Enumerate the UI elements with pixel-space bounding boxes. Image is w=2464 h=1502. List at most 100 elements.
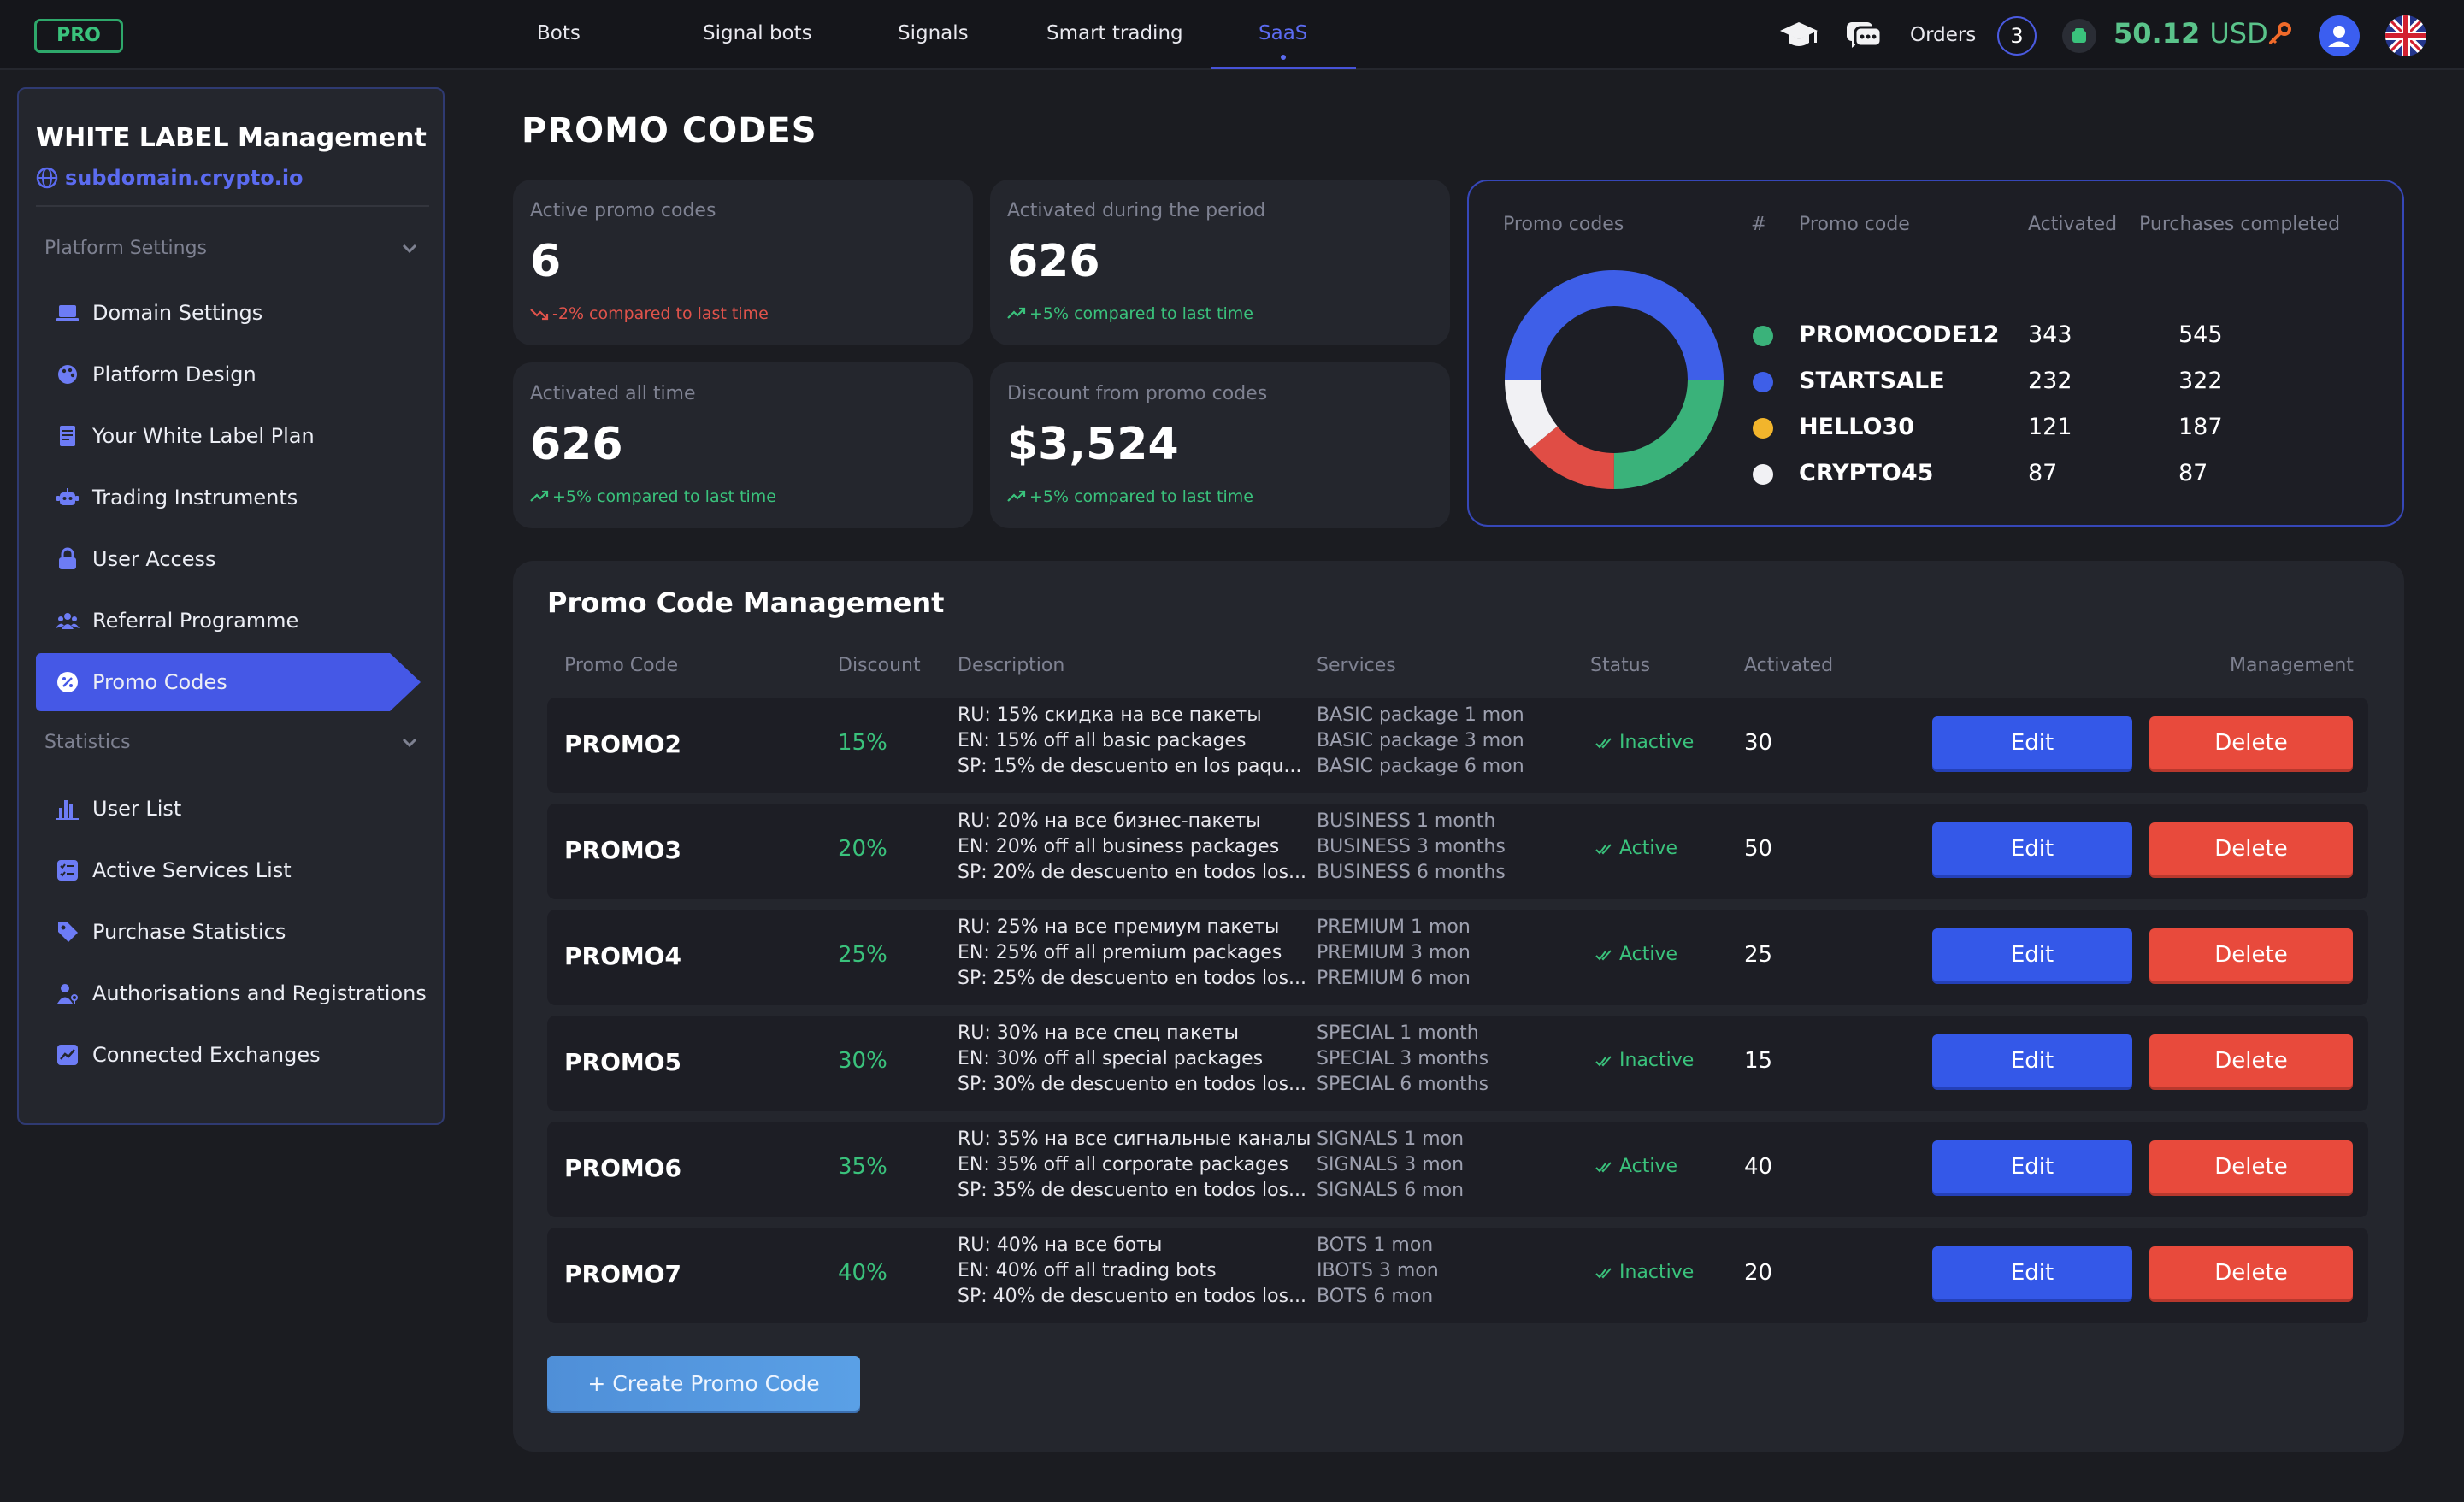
sidebar-title: WHITE LABEL Management [36,123,427,153]
sidebar-item-purchase-statistics[interactable]: Purchase Statistics [36,903,421,961]
description-line: SP: 30% de descuento en todos los... [958,1074,1307,1095]
palette-icon [58,365,77,384]
summary-row: CRYPTO45 87 87 [1469,451,2406,498]
summary-code: HELLO30 [1799,414,1915,440]
delete-button[interactable]: Delete [2149,822,2353,875]
sidebar-item-user-list[interactable]: User List [36,780,421,838]
page-title: PROMO CODES [522,111,817,150]
summary-activated: 87 [2028,460,2058,486]
sidebar-domain-link[interactable]: subdomain.crypto.io [36,166,304,190]
delete-button[interactable]: Delete [2149,1140,2353,1193]
summary-header-purchases: Purchases completed [2139,214,2341,235]
service-line: PREMIUM 1 mon [1317,916,1471,938]
document-icon [60,426,75,446]
summary-row: STARTSALE 232 322 [1469,359,2406,405]
stat-card-discount: Discount from promo codes $3,524 +5% com… [990,362,1450,528]
status-text: Inactive [1619,1262,1695,1283]
stat-card-activated-all-time: Activated all time 626 +5% compared to l… [513,362,973,528]
description-cell: RU: 15% скидка на все пакеты EN: 15% off … [958,703,1301,780]
sidebar-item-user-access[interactable]: User Access [36,530,421,588]
section-statistics[interactable]: Statistics [44,732,131,753]
edit-button[interactable]: Edit [1932,928,2132,981]
edit-button[interactable]: Edit [1932,822,2132,875]
sidebar-item-label: Platform Design [92,362,256,386]
service-line: BOTS 1 mon [1317,1234,1434,1256]
col-header-description: Description [958,655,1065,676]
sidebar-item-trading-instruments[interactable]: Trading Instruments [36,468,421,527]
promo-summary-card: Promo codes # Promo code Activated Purch… [1467,180,2404,527]
delete-button[interactable]: Delete [2149,1034,2353,1087]
trend-up-icon [1007,490,1026,502]
sidebar-item-promo-codes[interactable]: Promo Codes [36,653,421,711]
orders-count-badge[interactable]: 3 [1997,16,2037,56]
delete-button[interactable]: Delete [2149,928,2353,981]
description-line: SP: 35% de descuento en todos los... [958,1180,1307,1201]
edit-button[interactable]: Edit [1932,1034,2132,1087]
sidebar-item-connected-exchanges[interactable]: Connected Exchanges [36,1026,421,1084]
nav-bots[interactable]: Bots [537,22,581,44]
delete-button[interactable]: Delete [2149,1246,2353,1299]
col-header-status: Status [1590,655,1651,676]
services-cell: BOTS 1 mon IBOTS 3 mon BOTS 6 mon [1317,1233,1439,1310]
double-check-icon [1595,1055,1612,1067]
promo-management-panel: Promo Code Management Promo Code Discoun… [513,561,2404,1452]
chevron-down-icon[interactable] [398,732,421,754]
stat-compare: -2% compared to last time [530,304,769,323]
stat-compare: +5% compared to last time [1007,304,1253,323]
graduation-cap-icon[interactable] [1778,15,1819,56]
sidebar-domain-text: subdomain.crypto.io [65,166,304,190]
pro-badge[interactable]: PRO [34,19,123,53]
wallet-icon[interactable] [2062,19,2096,53]
stat-compare: +5% compared to last time [530,487,776,506]
sidebar-item-label: User Access [92,547,216,571]
nav-saas[interactable]: SaaS [1259,22,1307,44]
service-line: SPECIAL 3 months [1317,1048,1489,1069]
description-line: RU: 40% на все боты [958,1234,1163,1256]
sidebar-item-label: Referral Programme [92,609,299,633]
service-line: SIGNALS 3 mon [1317,1154,1465,1175]
sidebar-item-platform-design[interactable]: Platform Design [36,345,421,403]
edit-button[interactable]: Edit [1932,1140,2132,1193]
edit-button[interactable]: Edit [1932,716,2132,769]
create-promo-code-button[interactable]: + Create Promo Code [547,1356,860,1411]
service-line: BASIC package 6 mon [1317,756,1524,777]
activated-cell: 25 [1744,942,1773,968]
promo-code-cell: PROMO3 [564,836,682,864]
trend-icon [57,1045,78,1065]
stat-label: Discount from promo codes [1007,383,1268,404]
orders-label[interactable]: Orders [1910,24,1976,46]
col-header-code: Promo Code [564,655,679,676]
user-avatar-icon[interactable] [2319,15,2360,56]
stat-compare: +5% compared to last time [1007,487,1253,506]
sidebar-item-authorisations[interactable]: Authorisations and Registrations [36,964,427,1022]
description-line: SP: 15% de descuento en los paqu... [958,756,1302,777]
key-icon[interactable] [2266,21,2293,48]
service-line: BUSINESS 6 months [1317,862,1506,883]
summary-purchases: 87 [2178,460,2208,486]
services-cell: BUSINESS 1 month BUSINESS 3 months BUSINES… [1317,809,1506,886]
activated-cell: 15 [1744,1048,1773,1074]
users-icon [56,613,80,629]
uk-flag-icon[interactable] [2385,15,2426,56]
chevron-down-icon[interactable] [398,238,421,260]
edit-button[interactable]: Edit [1932,1246,2132,1299]
sidebar-item-white-label-plan[interactable]: Your White Label Plan [36,407,421,465]
sidebar: WHITE LABEL Management subdomain.crypto.… [17,87,445,1125]
col-header-discount: Discount [838,655,921,676]
sidebar-item-domain-settings[interactable]: Domain Settings [36,284,421,342]
legend-dot [1753,372,1773,392]
description-cell: RU: 20% на все бизнес-пакеты EN: 20% off … [958,809,1306,886]
app-root: PRO Bots Signal bots Signals Smart tradi… [0,0,2464,1502]
discount-cell: 25% [838,942,887,968]
chat-icon[interactable] [1843,15,1884,56]
description-line: RU: 35% на все сигнальные каналы [958,1128,1312,1150]
sidebar-item-referral-programme[interactable]: Referral Programme [36,592,421,650]
nav-signal-bots[interactable]: Signal bots [703,22,812,44]
section-platform-settings[interactable]: Platform Settings [44,238,207,259]
balance-display[interactable]: 50.12 USD [2113,17,2268,50]
nav-smart-trading[interactable]: Smart trading [1046,22,1183,44]
nav-signals[interactable]: Signals [898,22,969,44]
sidebar-item-active-services-list[interactable]: Active Services List [36,841,421,899]
table-row: PROMO4 25% RU: 25% на все премиум пакеты EN… [547,910,2368,1005]
delete-button[interactable]: Delete [2149,716,2353,769]
